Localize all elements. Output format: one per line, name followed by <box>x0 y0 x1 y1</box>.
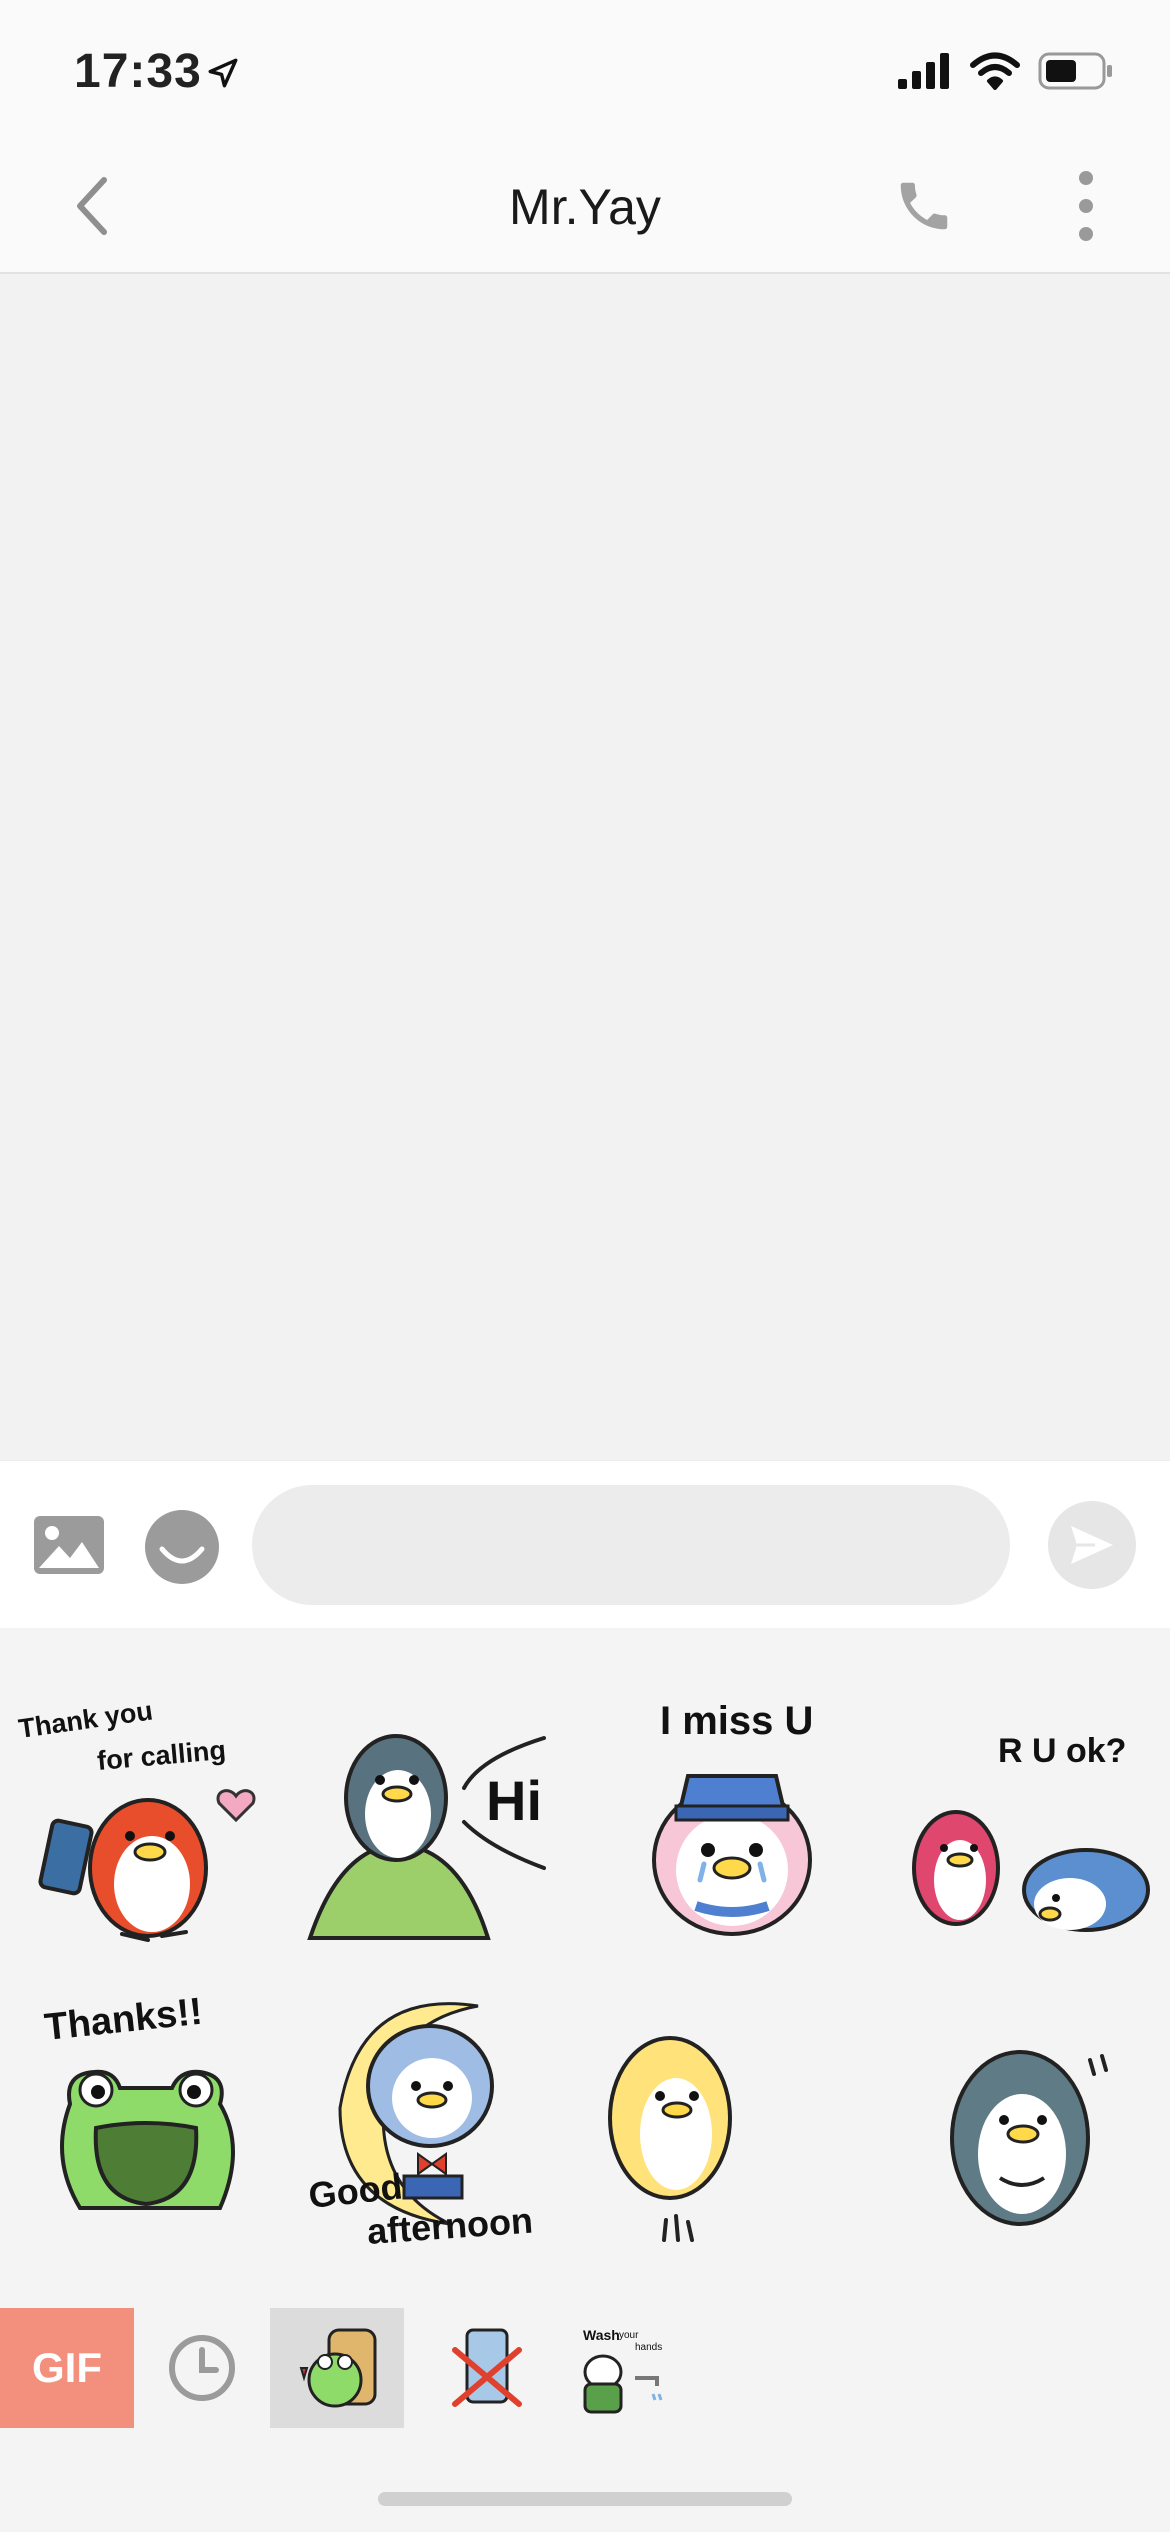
sticker-gray-penguin[interactable] <box>890 1978 1160 2248</box>
tab-sticker-pack-no-phone[interactable] <box>420 2308 554 2428</box>
sticker-i-miss-u[interactable]: I miss U <box>600 1678 870 1948</box>
sticker-hi-image: Hi <box>307 1734 546 1940</box>
sticker-hi[interactable]: Hi <box>300 1678 570 1948</box>
message-composer <box>0 1460 1170 1629</box>
sticker-i-miss-u-image: I miss U <box>652 1699 813 1936</box>
smiley-icon <box>145 1510 219 1584</box>
status-time: 17:33 <box>74 45 202 98</box>
sticker-text: R U ok? <box>998 1732 1126 1770</box>
more-options-button[interactable] <box>1050 166 1122 246</box>
sticker-thanks-image: Thanks!! <box>43 1991 235 2210</box>
sticker-text: Hi <box>486 1769 542 1832</box>
status-bar: 17:33 <box>0 0 1170 140</box>
svg-text:Wash: Wash <box>583 2327 620 2343</box>
tab-sticker-pack-wash-hands[interactable]: Wash your hands <box>556 2308 690 2428</box>
sticker-gray-penguin-image <box>950 2050 1108 2226</box>
chat-header: Mr.Yay <box>0 140 1170 274</box>
sticker-r-u-ok-image: R U ok? <box>912 1732 1150 1932</box>
svg-text:your: your <box>619 2330 639 2341</box>
sticker-yellow-penguin-image <box>608 2036 732 2242</box>
status-indicators <box>898 52 1114 90</box>
message-list[interactable] <box>0 274 1170 1460</box>
send-button[interactable] <box>1048 1501 1136 1589</box>
sticker-thank-you-image: Thank you for calling <box>17 1695 256 1942</box>
sticker-text: Good <box>307 2165 405 2216</box>
frog-sticker-icon <box>299 2328 377 2408</box>
message-input[interactable] <box>252 1485 1010 1605</box>
sticker-r-u-ok[interactable]: R U ok? <box>890 1678 1160 1948</box>
tab-sticker-pack-frog[interactable] <box>270 2308 404 2428</box>
sticker-thank-you-for-calling[interactable]: Thank you for calling <box>10 1678 280 1948</box>
call-button[interactable] <box>888 170 960 242</box>
more-vertical-icon <box>1079 171 1093 241</box>
sticker-yellow-penguin[interactable] <box>600 1978 870 2248</box>
photo-button[interactable] <box>32 1513 106 1577</box>
sticker-button[interactable] <box>144 1509 220 1585</box>
svg-text:hands: hands <box>635 2342 662 2353</box>
tab-recent[interactable] <box>164 2330 240 2406</box>
cellular-signal-icon <box>898 53 949 89</box>
clock-icon <box>169 2335 235 2401</box>
sticker-panel: Thank you for calling Hi I miss U R U ok… <box>0 1628 1170 2308</box>
tab-gif[interactable]: GIF <box>0 2308 134 2428</box>
phone-icon <box>900 182 948 230</box>
sticker-thanks[interactable]: Thanks!! <box>10 1978 280 2248</box>
chat-title: Mr.Yay <box>509 179 661 235</box>
wash-hands-sticker-icon: Wash your hands <box>583 2327 663 2414</box>
sticker-good-afternoon-image: Good afternoon <box>307 2002 534 2252</box>
battery-icon <box>1038 52 1112 90</box>
image-icon <box>34 1516 104 1574</box>
send-icon <box>1071 1526 1113 1564</box>
sticker-good-afternoon[interactable]: Good afternoon <box>300 1978 570 2252</box>
home-indicator[interactable] <box>378 2492 792 2506</box>
no-phone-sticker-icon <box>452 2328 522 2407</box>
location-arrow-icon <box>208 58 238 88</box>
sticker-text: I miss U <box>660 1699 813 1743</box>
sticker-text: for calling <box>96 1735 227 1776</box>
sticker-text: Thanks!! <box>43 1991 205 2049</box>
sticker-text: Thank you <box>17 1695 155 1743</box>
wifi-icon <box>970 52 1020 90</box>
